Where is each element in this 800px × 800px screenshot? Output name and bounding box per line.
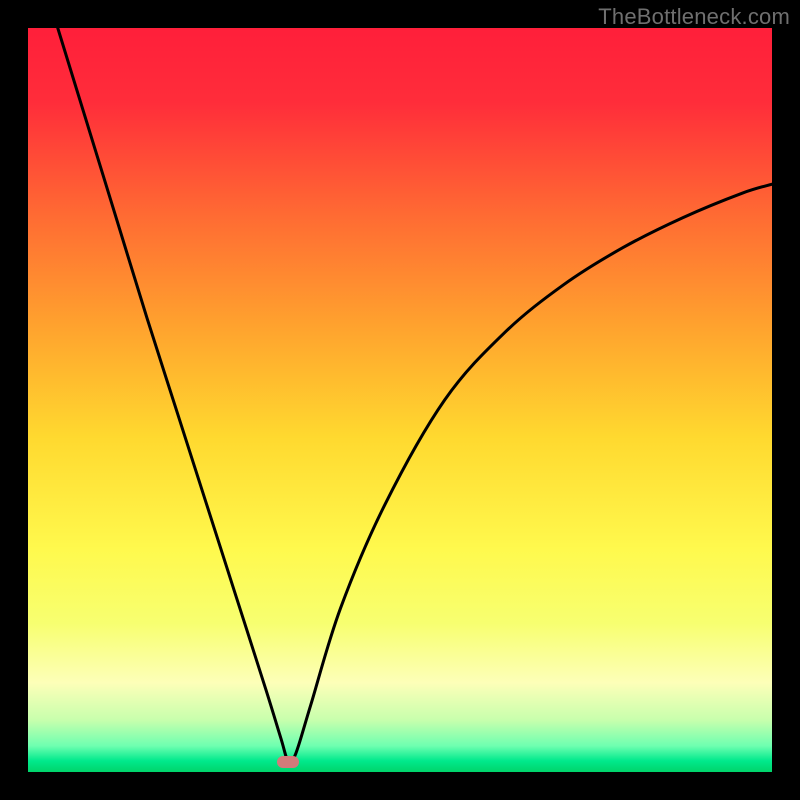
bottleneck-curve	[28, 28, 772, 772]
chart-frame: TheBottleneck.com	[0, 0, 800, 800]
optimal-point-marker	[277, 756, 299, 768]
plot-area	[28, 28, 772, 772]
watermark-text: TheBottleneck.com	[598, 4, 790, 30]
